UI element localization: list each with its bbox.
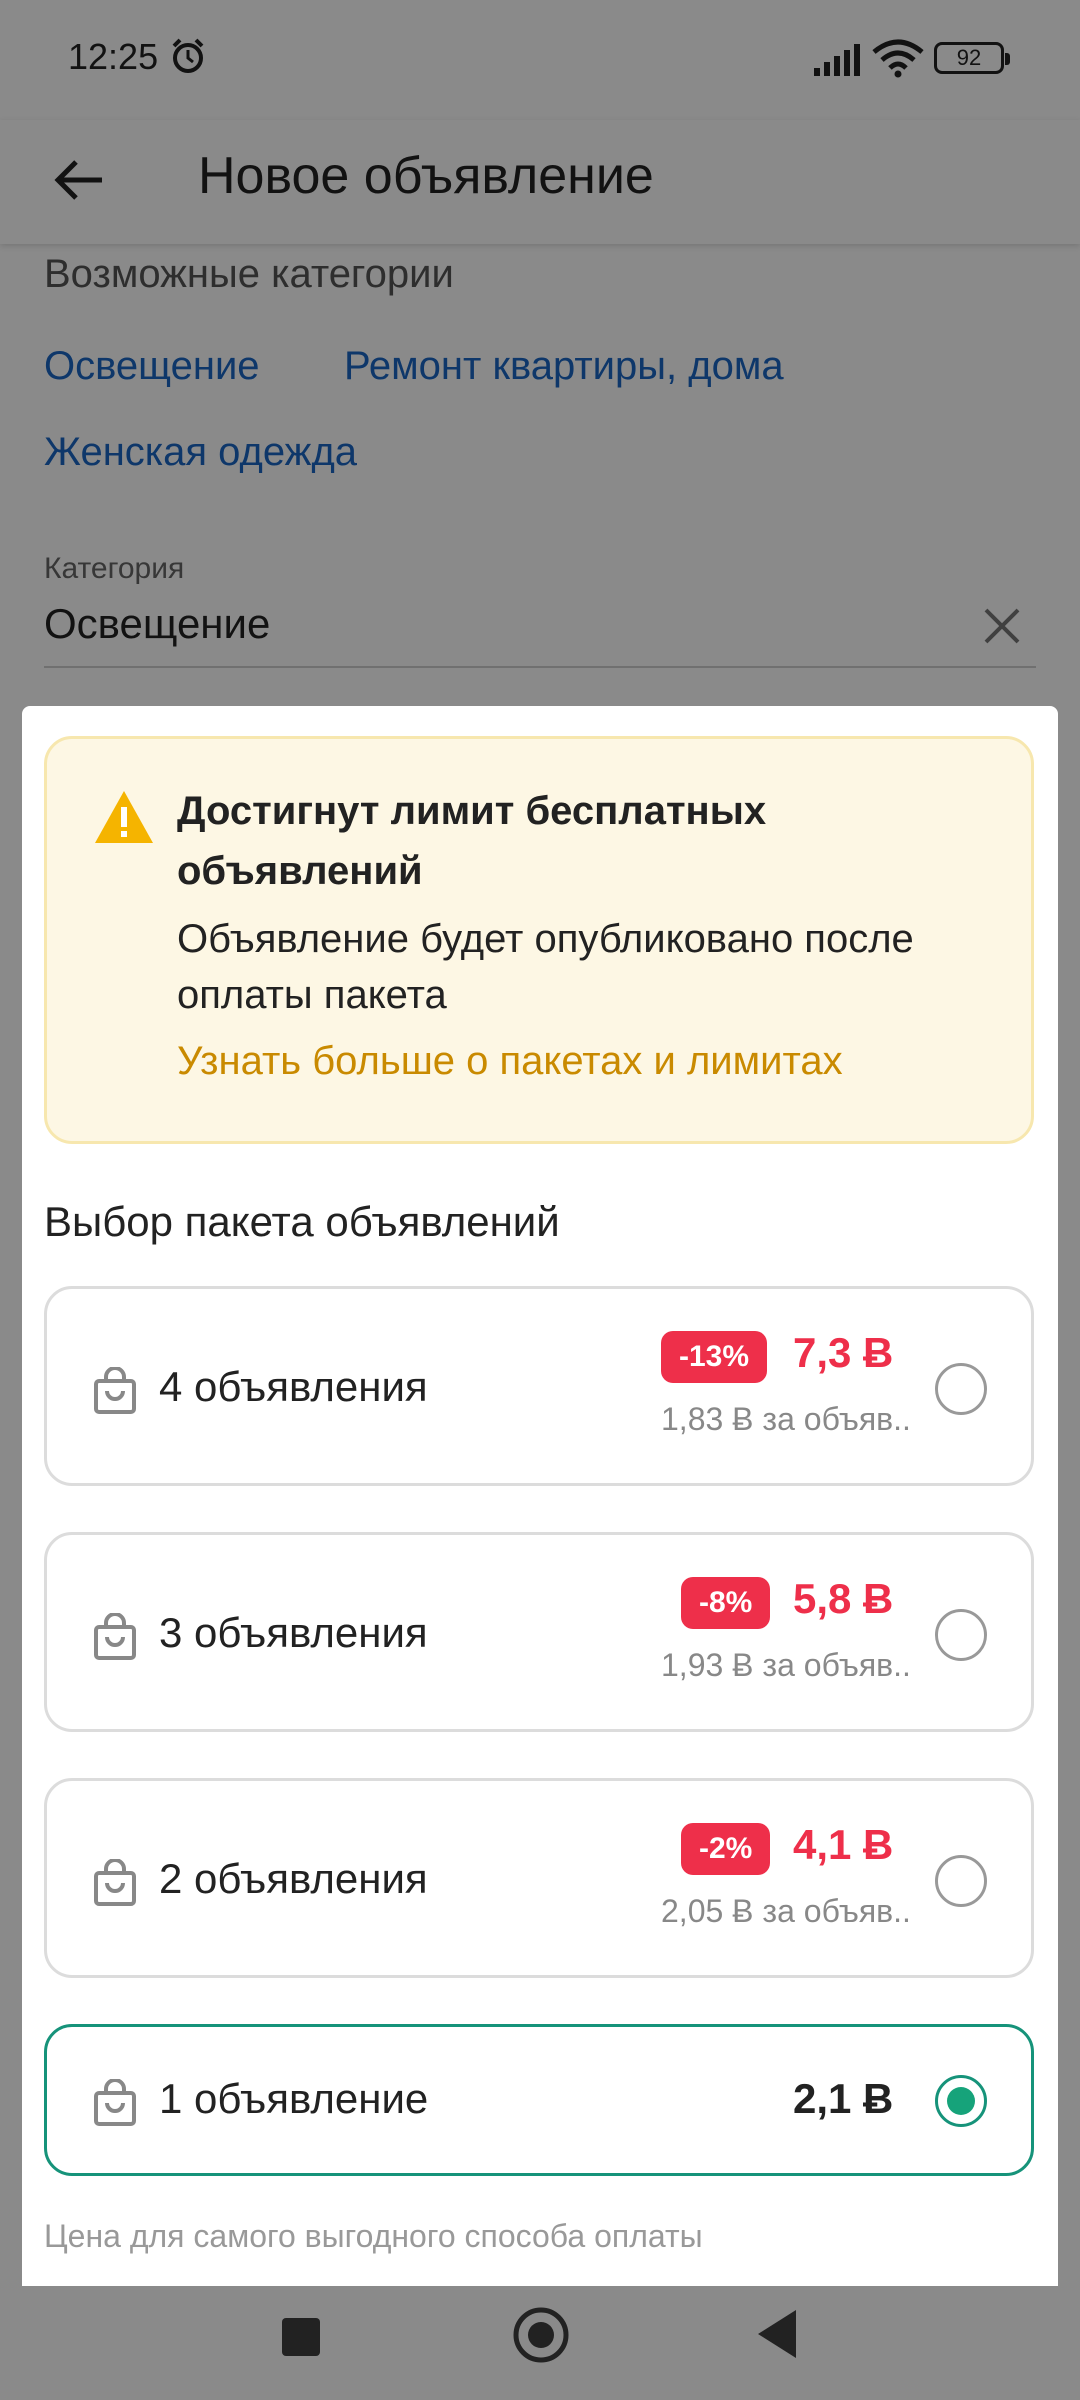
package-name: 2 объявления [159,1855,428,1902]
nav-back-button[interactable] [756,2308,798,2360]
package-price: 2,1 Ƀ [793,2075,894,2122]
bag-icon [94,1367,136,1414]
price-per-ad: 1,83 Ƀ за объяв.. [661,1401,911,1437]
discount-badge: -2% [681,1823,771,1875]
learn-more-link[interactable]: Узнать больше о пакетах и лимитах [177,1039,843,1084]
radio-button[interactable] [935,1609,987,1661]
recents-button[interactable] [282,2318,320,2356]
package-name: 4 объявления [159,1363,428,1410]
warning-title: Достигнут лимит бесплатных объявлений [177,789,767,893]
limit-warning-box: Достигнут лимит бесплатных объявлений Об… [44,736,1034,1144]
package-option-1[interactable]: 1 объявление 2,1 Ƀ [44,2024,1034,2176]
bag-icon [94,1859,136,1906]
package-name: 3 объявления [159,1609,428,1656]
package-price: 5,8 Ƀ [793,1575,894,1622]
radio-selected-dot [947,2087,975,2115]
system-nav-bar [0,2286,1080,2400]
radio-button-selected[interactable] [935,2075,987,2127]
package-option-2[interactable]: 2 объявления -2% 4,1 Ƀ 2,05 Ƀ за объяв.. [44,1778,1034,1978]
discount-badge: -13% [661,1331,768,1383]
package-option-3[interactable]: 3 объявления -8% 5,8 Ƀ 1,93 Ƀ за объяв.. [44,1532,1034,1732]
radio-button[interactable] [935,1363,987,1415]
price-per-ad: 1,93 Ƀ за объяв.. [661,1647,911,1683]
package-bottom-sheet: Достигнут лимит бесплатных объявлений Об… [22,706,1058,2286]
home-button[interactable] [512,2306,570,2364]
package-price: 4,1 Ƀ [793,1821,894,1868]
price-per-ad: 2,05 Ƀ за объяв.. [661,1893,911,1929]
package-name: 1 объявление [159,2075,429,2122]
package-price: 7,3 Ƀ [793,1329,894,1376]
price-footnote: Цена для самого выгодного способа оплаты [44,2218,703,2254]
package-option-4[interactable]: 4 объявления -13% 7,3 Ƀ 1,83 Ƀ за объяв.… [44,1286,1034,1486]
radio-button[interactable] [935,1855,987,1907]
warning-icon [95,791,153,843]
bag-icon [94,1613,136,1660]
bag-icon [94,2079,136,2126]
discount-badge: -8% [681,1577,771,1629]
section-title: Выбор пакета объявлений [44,1198,560,1245]
warning-text: Объявление будет опубликовано после опла… [177,917,914,1017]
